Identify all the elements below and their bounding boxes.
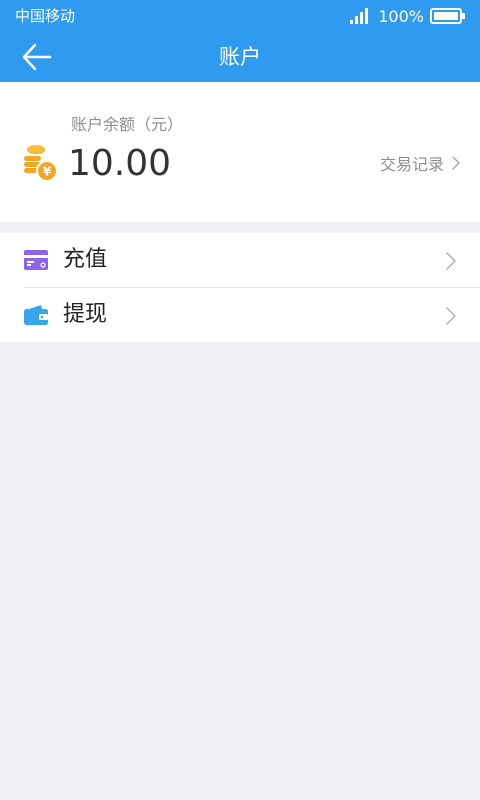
credit-card-icon (24, 250, 48, 270)
transaction-history-button[interactable]: 交易记录 (380, 148, 460, 178)
wallet-icon (24, 305, 48, 325)
transaction-history-label: 交易记录 (379, 155, 444, 174)
status-indicators: 100% (350, 6, 466, 26)
app-bar: 账户 (0, 32, 480, 82)
balance-card: ¥ 账户余额（元） 10.00 交易记录 (0, 82, 480, 222)
account-actions-list: 充值 提现 (0, 233, 480, 342)
page-title: 账户 (219, 45, 261, 69)
chevron-right-icon (452, 156, 460, 170)
recharge-label: 充值 (63, 247, 108, 272)
balance-label: 账户余额（元） (71, 115, 184, 134)
signal-bars-icon (350, 8, 369, 24)
battery-percentage: 100% (378, 6, 424, 26)
balance-amount: 10.00 (68, 143, 172, 184)
battery-full-icon (430, 8, 465, 24)
coins-yuan-icon: ¥ (24, 145, 58, 182)
recharge-item[interactable]: 充值 (0, 233, 480, 288)
withdraw-item[interactable]: 提现 (0, 288, 480, 342)
chevron-right-icon (446, 307, 456, 325)
carrier-name: 中国移动 (15, 7, 76, 25)
svg-text:¥: ¥ (43, 165, 52, 179)
withdraw-label: 提现 (63, 302, 108, 327)
status-bar: 中国移动 100% (0, 0, 480, 32)
chevron-right-icon (446, 252, 456, 270)
